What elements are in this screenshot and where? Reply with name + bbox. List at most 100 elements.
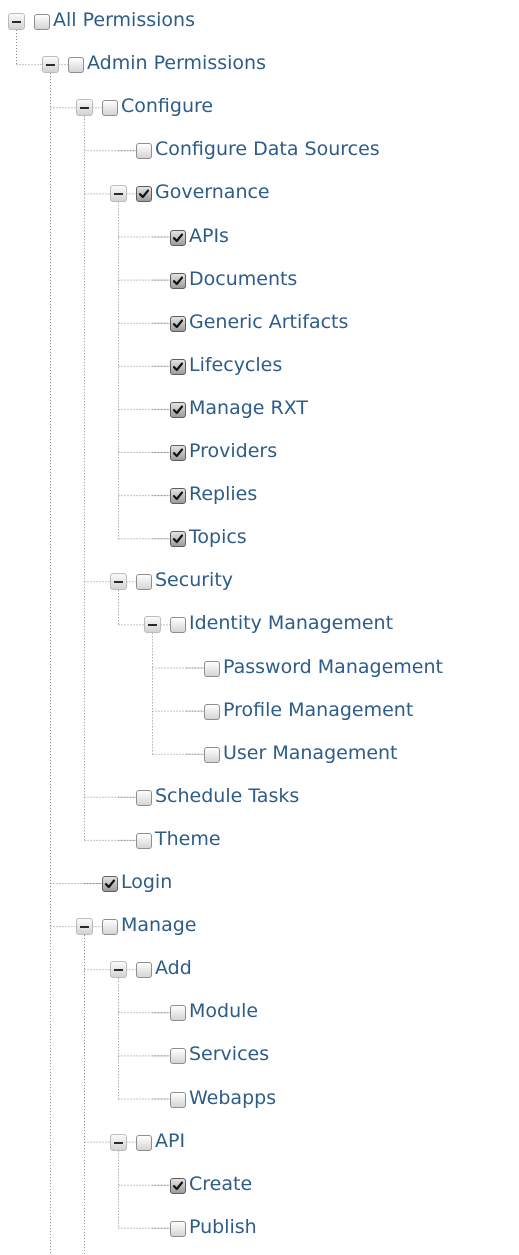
permission-checkbox[interactable]: [170, 358, 186, 375]
permission-checkbox[interactable]: [136, 789, 152, 806]
collapse-toggle-icon[interactable]: [42, 56, 59, 74]
tree-node-label[interactable]: Topics: [189, 526, 247, 548]
tree-node-label[interactable]: Manage: [121, 914, 196, 936]
tree-node-label[interactable]: Services: [189, 1043, 269, 1065]
collapse-toggle-icon[interactable]: [110, 185, 127, 203]
tree-node-replies[interactable]: Replies: [0, 476, 519, 516]
tree-node-label[interactable]: Providers: [189, 440, 277, 462]
tree-node-manage[interactable]: Manage: [0, 907, 519, 947]
permission-checkbox[interactable]: [136, 962, 152, 979]
tree-node-topics[interactable]: Topics: [0, 519, 519, 559]
tree-node-password-management[interactable]: Password Management: [0, 649, 519, 689]
tree-node-label[interactable]: Login: [121, 871, 172, 893]
collapse-toggle-icon[interactable]: [110, 961, 127, 979]
tree-node-label[interactable]: Schedule Tasks: [155, 785, 299, 807]
tree-node-label[interactable]: Configure: [121, 95, 213, 117]
tree-node-label[interactable]: API: [155, 1130, 185, 1152]
tree-node-label[interactable]: Lifecycles: [189, 354, 282, 376]
collapse-toggle-icon[interactable]: [76, 99, 93, 117]
permission-checkbox[interactable]: [136, 574, 152, 591]
permission-checkbox[interactable]: [102, 100, 118, 117]
permission-checkbox[interactable]: [34, 14, 50, 30]
permission-checkbox[interactable]: [136, 186, 152, 203]
tree-node-label[interactable]: Manage RXT: [189, 397, 308, 419]
tree-node-security[interactable]: Security: [0, 562, 519, 602]
tree-node-label[interactable]: Configure Data Sources: [155, 138, 380, 160]
tree-node-identity-management[interactable]: Identity Management: [0, 605, 519, 645]
permission-checkbox[interactable]: [102, 919, 118, 936]
tree-node-login[interactable]: Login: [0, 864, 519, 904]
tree-node-profile-management[interactable]: Profile Management: [0, 692, 519, 732]
permission-checkbox[interactable]: [170, 531, 186, 548]
tree-node-label[interactable]: Documents: [189, 268, 297, 290]
collapse-toggle-icon[interactable]: [76, 918, 93, 936]
tree-node-label[interactable]: Identity Management: [189, 612, 393, 634]
checkmark-icon: [172, 233, 184, 242]
tree-node-label[interactable]: Security: [155, 569, 233, 591]
tree-node-schedule-tasks[interactable]: Schedule Tasks: [0, 778, 519, 818]
collapse-toggle-icon[interactable]: [8, 13, 25, 30]
permission-checkbox[interactable]: [170, 617, 186, 634]
tree-node-governance[interactable]: Governance: [0, 174, 519, 214]
tree-node-add[interactable]: Add: [0, 950, 519, 990]
permission-checkbox[interactable]: [170, 272, 186, 289]
tree-node-label[interactable]: Publish: [189, 1216, 257, 1238]
permission-checkbox[interactable]: [170, 229, 186, 246]
checkmark-icon: [172, 491, 184, 501]
checkmark-icon: [172, 319, 184, 328]
tree-node-label[interactable]: Password Management: [223, 656, 443, 678]
tree-node-lifecycles[interactable]: Lifecycles: [0, 347, 519, 387]
tree-node-label[interactable]: Module: [189, 1000, 258, 1022]
tree-node-apis[interactable]: APIs: [0, 218, 519, 258]
tree-node-providers[interactable]: Providers: [0, 433, 519, 473]
permission-checkbox[interactable]: [204, 660, 220, 677]
tree-node-theme[interactable]: Theme: [0, 821, 519, 861]
permission-checkbox[interactable]: [170, 315, 186, 332]
tree-node-label[interactable]: APIs: [189, 225, 229, 247]
tree-node-services[interactable]: Services: [0, 1036, 519, 1076]
tree-node-admin-permissions[interactable]: Admin Permissions: [0, 45, 519, 85]
tree-node-label[interactable]: Governance: [155, 181, 270, 203]
tree-node-label[interactable]: Admin Permissions: [87, 52, 266, 74]
permission-checkbox[interactable]: [136, 143, 152, 160]
tree-node-label[interactable]: Generic Artifacts: [189, 311, 348, 333]
permission-checkbox[interactable]: [170, 1091, 186, 1108]
tree-node-documents[interactable]: Documents: [0, 261, 519, 301]
permission-checkbox[interactable]: [170, 1005, 186, 1022]
tree-node-all-permissions[interactable]: All Permissions: [0, 2, 519, 42]
tree-node-create[interactable]: Create: [0, 1166, 519, 1206]
permission-checkbox[interactable]: [170, 488, 186, 505]
tree-node-configure[interactable]: Configure: [0, 88, 519, 128]
tree-node-label[interactable]: Webapps: [189, 1087, 276, 1109]
tree-node-label[interactable]: User Management: [223, 742, 398, 764]
tree-node-webapps[interactable]: Webapps: [0, 1080, 519, 1120]
tree-node-publish[interactable]: Publish: [0, 1209, 519, 1249]
tree-node-label[interactable]: Profile Management: [223, 699, 413, 721]
permission-checkbox[interactable]: [170, 445, 186, 461]
permission-checkbox[interactable]: [204, 703, 220, 720]
collapse-toggle-icon[interactable]: [144, 616, 161, 634]
tree-node-api[interactable]: API: [0, 1123, 519, 1163]
tree-node-label[interactable]: Replies: [189, 483, 257, 505]
tree-node-label[interactable]: Create: [189, 1173, 252, 1195]
tree-node-configure-data-sources[interactable]: Configure Data Sources: [0, 131, 519, 171]
permission-checkbox[interactable]: [136, 1134, 152, 1151]
permission-checkbox[interactable]: [170, 1220, 186, 1237]
tree-node-manage-rxt[interactable]: Manage RXT: [0, 390, 519, 430]
tree-node-label[interactable]: Theme: [155, 828, 221, 850]
permission-checkbox[interactable]: [102, 876, 118, 892]
tree-node-module[interactable]: Module: [0, 993, 519, 1033]
tree-node-user-management[interactable]: User Management: [0, 735, 519, 775]
checkmark-icon: [172, 534, 184, 544]
permission-checkbox[interactable]: [170, 1048, 186, 1065]
permission-checkbox[interactable]: [170, 1177, 186, 1194]
collapse-toggle-icon[interactable]: [110, 573, 127, 591]
tree-node-label[interactable]: Add: [155, 957, 192, 979]
permission-checkbox[interactable]: [204, 746, 220, 763]
permission-checkbox[interactable]: [170, 401, 186, 418]
collapse-toggle-icon[interactable]: [110, 1133, 127, 1151]
tree-node-label[interactable]: All Permissions: [53, 9, 195, 31]
tree-node-generic-artifacts[interactable]: Generic Artifacts: [0, 304, 519, 344]
permission-checkbox[interactable]: [136, 832, 152, 849]
permission-checkbox[interactable]: [68, 57, 84, 74]
